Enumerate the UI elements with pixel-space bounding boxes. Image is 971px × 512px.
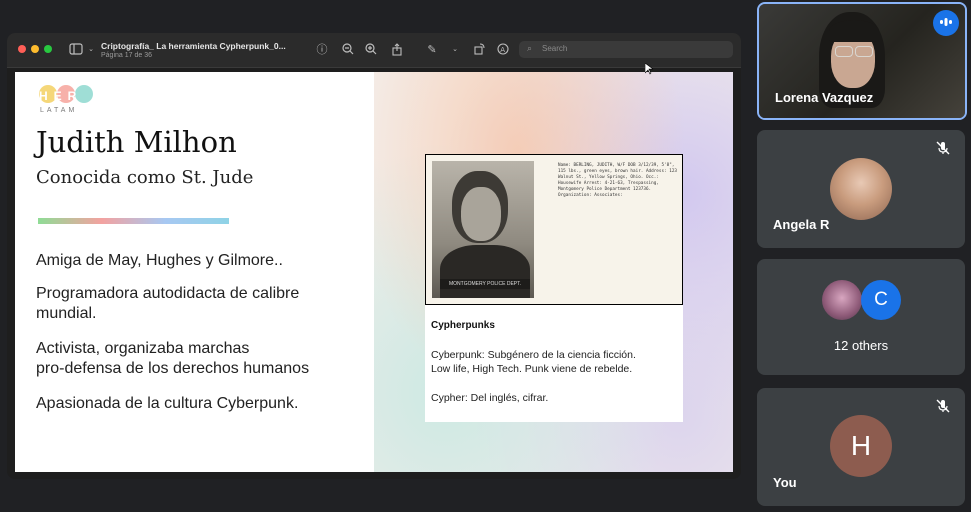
bullet-2-line-1: Programadora autodidacta de calibre — [36, 285, 300, 302]
participant-tile-angela[interactable]: Angela R — [757, 130, 965, 248]
card-line-1: Cyberpunk: Subgénero de la ciencia ficci… — [431, 349, 636, 361]
bullet-3: Activista, organizaba marchas pro-defens… — [36, 339, 309, 379]
avatar-letter-you: H — [830, 415, 892, 477]
sidebar-icon[interactable] — [69, 43, 83, 57]
chevron-down-icon[interactable]: ⌄ — [84, 43, 98, 57]
bullet-4-line-1: Apasionada de la cultura Cyberpunk. — [36, 395, 299, 412]
mugshot-image: MONTGOMERY POLICE DEPT. Name: BERLING, J… — [425, 154, 683, 305]
others-count: 12 others — [833, 338, 889, 353]
cypherpunks-card: MONTGOMERY POLICE DEPT. Name: BERLING, J… — [425, 154, 683, 422]
bullet-4: Apasionada de la cultura Cyberpunk. — [36, 394, 298, 414]
minimize-window-button[interactable] — [31, 45, 39, 53]
mouse-cursor-icon — [645, 63, 653, 75]
card-line-3: Cypher: Del inglés, cifrar. — [431, 392, 549, 404]
markup-pen-icon[interactable]: ✎ — [425, 43, 439, 57]
others-tile[interactable]: C 12 others — [757, 259, 965, 375]
slide-subtitle: Conocida como St. Jude — [36, 167, 254, 188]
avatar — [830, 158, 892, 220]
search-icon: ⌕ — [527, 43, 533, 53]
bullet-2-line-2: mundial. — [36, 305, 97, 322]
rotate-icon[interactable] — [473, 43, 487, 57]
presentation-slide: HER LATAM Judith Milhon Conocida como St… — [15, 72, 733, 472]
document-title: Criptografía_ La herramienta Cypherpunk_… — [101, 41, 286, 51]
self-tile[interactable]: H You — [757, 388, 965, 506]
avatar-letter: C — [861, 280, 901, 320]
zoom-in-icon[interactable] — [364, 43, 378, 57]
markup-chevron-down-icon[interactable]: ⌄ — [448, 43, 462, 57]
zoom-window-button[interactable] — [44, 45, 52, 53]
search-placeholder: Search — [542, 44, 568, 53]
svg-text:A: A — [500, 46, 505, 54]
bullet-3-line-1: Activista, organizaba marchas — [36, 340, 250, 357]
mic-off-icon — [930, 138, 956, 164]
logo-subtitle: LATAM — [40, 107, 78, 114]
zoom-out-icon[interactable] — [341, 43, 355, 57]
share-icon[interactable] — [390, 43, 404, 57]
bullet-3-line-2: pro-defensa de los derechos humanos — [36, 360, 310, 377]
annotate-icon[interactable]: A — [496, 43, 510, 57]
participant-name: Angela R — [773, 217, 830, 232]
gradient-divider — [38, 218, 229, 224]
her-latam-logo: HER LATAM — [37, 85, 97, 117]
bullet-1: Amiga de May, Hughes y Gilmore.. — [36, 251, 283, 271]
participant-name: You — [773, 475, 797, 490]
speaking-indicator-icon — [933, 10, 959, 36]
bullet-2: Programadora autodidacta de calibre mund… — [36, 284, 299, 324]
info-icon[interactable]: ⓘ — [315, 43, 329, 57]
mugshot-record-text: Name: BERLING, JUDITH, W/F DOB 3/12/39, … — [558, 163, 677, 198]
pdf-viewer-titlebar: ⌄ Criptografía_ La herramienta Cypherpun… — [7, 33, 741, 68]
page-indicator: Página 17 de 36 — [101, 52, 152, 59]
bullet-1-line-1: Amiga de May, Hughes y Gilmore.. — [36, 252, 283, 269]
mic-off-icon — [930, 396, 956, 422]
logo-letters: HER — [39, 89, 83, 103]
avatar — [822, 280, 862, 320]
presenter-tile[interactable]: Lorena Vazquez — [757, 2, 967, 120]
close-window-button[interactable] — [18, 45, 26, 53]
card-title: Cypherpunks — [431, 320, 495, 331]
card-line-2: Low life, High Tech. Punk viene de rebel… — [431, 363, 633, 375]
shared-screen-window: ⌄ Criptografía_ La herramienta Cypherpun… — [7, 33, 741, 479]
mugshot-photo: MONTGOMERY POLICE DEPT. — [432, 161, 534, 298]
presenter-name: Lorena Vazquez — [775, 90, 874, 105]
search-input[interactable]: ⌕ Search — [519, 41, 733, 58]
mugshot-plate: MONTGOMERY POLICE DEPT. — [440, 279, 530, 289]
slide-title: Judith Milhon — [36, 125, 237, 159]
